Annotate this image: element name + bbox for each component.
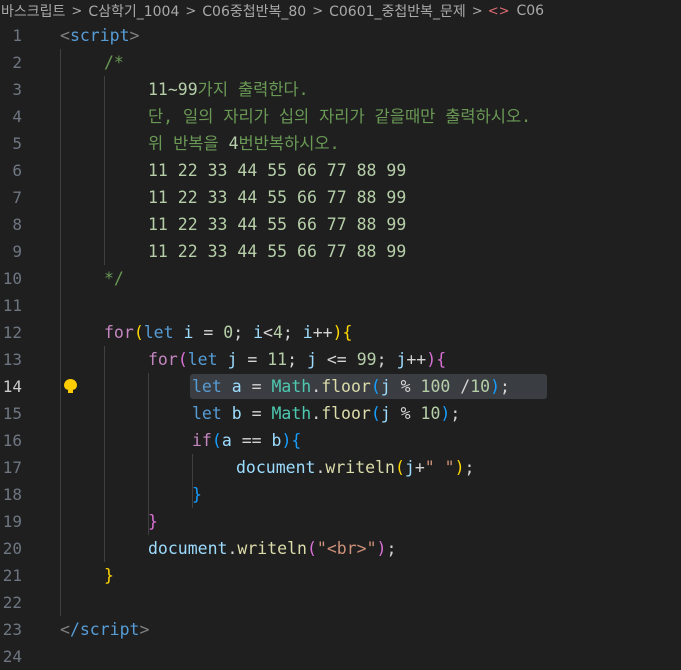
- breadcrumb-item-folder-root[interactable]: 바스크립트: [0, 1, 66, 21]
- code-text: */: [104, 269, 124, 288]
- line-number: 2: [12, 53, 22, 72]
- line-number: 14: [2, 377, 22, 396]
- code-line: 9 11 22 33 44 55 66 77 88 99: [0, 238, 681, 265]
- code-line: 1 <script>: [0, 22, 681, 49]
- line-number: 11: [2, 296, 22, 315]
- line-number: 23: [2, 620, 22, 639]
- breadcrumb-item-folder-lesson[interactable]: C0601_중첩반복_문제: [328, 1, 467, 21]
- code-line: 18 }: [0, 481, 681, 508]
- code-line: 12 for(let i = 0; i<4; i++){: [0, 319, 681, 346]
- code-text: }: [192, 485, 202, 504]
- code-text: }: [104, 566, 114, 585]
- code-text: /*: [104, 53, 124, 72]
- breadcrumb-item-folder-chapter[interactable]: C06중첩반복_80: [201, 1, 307, 21]
- line-number: 13: [2, 350, 22, 369]
- breadcrumb: 바스크립트 > C삼학기_1004 > C06중첩반복_80 > C0601_중…: [0, 0, 681, 22]
- code-line: 4 단, 일의 자리가 십의 자리가 같을때만 출력하시오.: [0, 103, 681, 130]
- line-number: 18: [2, 485, 22, 504]
- code-line: 24: [0, 643, 681, 670]
- line-number: 19: [2, 512, 22, 531]
- code-text: for(let j = 11; j <= 99; j++){: [148, 350, 447, 369]
- line-number: 22: [2, 593, 22, 612]
- line-number: 15: [2, 404, 22, 423]
- code-line: 2 /*: [0, 49, 681, 76]
- line-number: 9: [12, 242, 22, 261]
- code-line: 16 if(a == b){: [0, 427, 681, 454]
- line-number: 3: [12, 80, 22, 99]
- code-text: 11 22 33 44 55 66 77 88 99: [148, 188, 407, 207]
- line-number: 16: [2, 431, 22, 450]
- code-text: document.writeln(j+" ");: [236, 458, 475, 477]
- chevron-right-icon: >: [471, 3, 483, 19]
- chevron-right-icon: >: [312, 3, 324, 19]
- chevron-right-icon: >: [185, 3, 197, 19]
- line-number: 21: [2, 566, 22, 585]
- code-line: 17 document.writeln(j+" ");: [0, 454, 681, 481]
- line-number: 20: [2, 539, 22, 558]
- line-number: 7: [12, 188, 22, 207]
- code-text: 11 22 33 44 55 66 77 88 99: [148, 215, 407, 234]
- code-line: 8 11 22 33 44 55 66 77 88 99: [0, 211, 681, 238]
- code-line-active: 14 let a = Math.floor(j % 100 /10);: [0, 373, 681, 400]
- code-line: 13 for(let j = 11; j <= 99; j++){: [0, 346, 681, 373]
- code-line: 21 }: [0, 562, 681, 589]
- line-number: 12: [2, 323, 22, 342]
- line-number: 10: [2, 269, 22, 288]
- code-text: 11 22 33 44 55 66 77 88 99: [148, 242, 407, 261]
- line-number: 8: [12, 215, 22, 234]
- line-number: 17: [2, 458, 22, 477]
- code-editor[interactable]: 1 <script> 2 /* 3 11~99가지 출력한다. 4 단, 일의 …: [0, 22, 681, 670]
- breadcrumb-item-file[interactable]: C06: [516, 3, 546, 19]
- code-line: 23 </script>: [0, 616, 681, 643]
- code-text: </script>: [60, 620, 150, 639]
- code-text: let a = Math.floor(j % 100 /10);: [192, 377, 510, 396]
- code-line: 20 document.writeln("<br>");: [0, 535, 681, 562]
- code-line: 19 }: [0, 508, 681, 535]
- breadcrumb-item-folder-term[interactable]: C삼학기_1004: [87, 1, 180, 21]
- code-text: for(let i = 0; i<4; i++){: [104, 323, 353, 342]
- code-text: if(a == b){: [192, 431, 302, 450]
- line-number: 5: [12, 134, 22, 153]
- html-tag-icon: <>: [487, 3, 510, 19]
- line-number: 24: [2, 647, 22, 666]
- code-line: 5 위 반복을 4번반복하시오.: [0, 130, 681, 157]
- code-line: 3 11~99가지 출력한다.: [0, 76, 681, 103]
- code-text: <script>: [60, 26, 140, 45]
- chevron-right-icon: >: [71, 3, 83, 19]
- code-text: 단, 일의 자리가 십의 자리가 같을때만 출력하시오.: [148, 107, 532, 126]
- line-number: 1: [12, 26, 22, 45]
- code-text: }: [148, 512, 158, 531]
- code-text: let b = Math.floor(j % 10);: [192, 404, 461, 423]
- line-number: 4: [12, 107, 22, 126]
- code-line: 22: [0, 589, 681, 616]
- code-text: 11 22 33 44 55 66 77 88 99: [148, 161, 407, 180]
- code-text: document.writeln("<br>");: [148, 539, 397, 558]
- code-line: 10 */: [0, 265, 681, 292]
- code-text: 위 반복을 4번반복하시오.: [148, 134, 340, 153]
- code-line: 11: [0, 292, 681, 319]
- lightbulb-icon[interactable]: [64, 379, 77, 394]
- code-line: 15 let b = Math.floor(j % 10);: [0, 400, 681, 427]
- code-line: 6 11 22 33 44 55 66 77 88 99: [0, 157, 681, 184]
- line-number: 6: [12, 161, 22, 180]
- code-text: 11~99가지 출력한다.: [148, 80, 309, 99]
- code-line: 7 11 22 33 44 55 66 77 88 99: [0, 184, 681, 211]
